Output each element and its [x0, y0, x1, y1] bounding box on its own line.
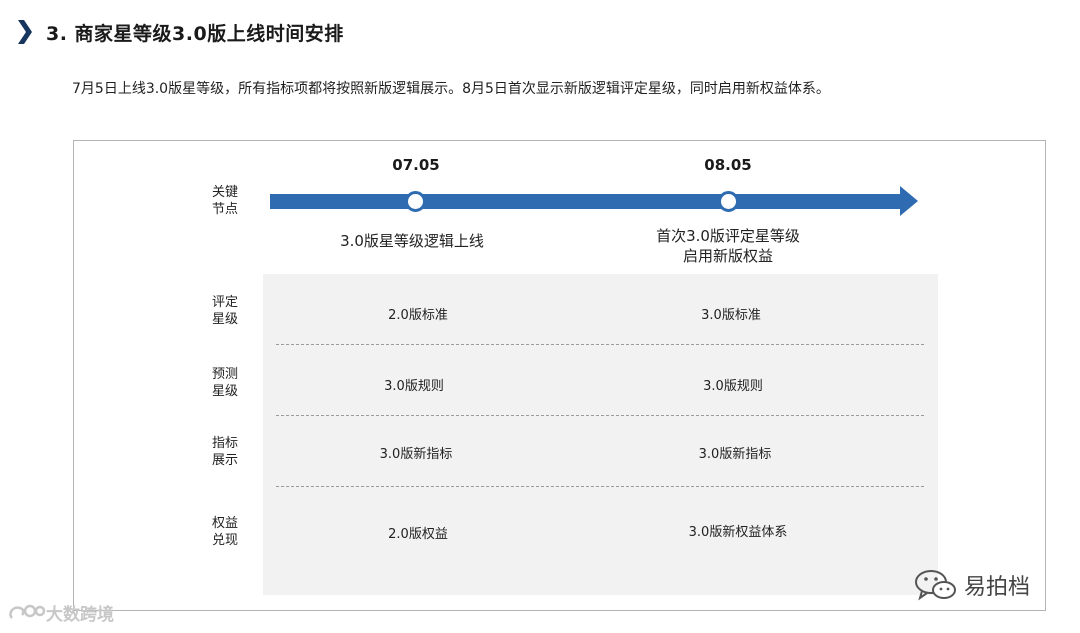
cell-metrics-col2: 3.0版新指标 [698, 447, 772, 462]
wechat-icon [915, 570, 956, 601]
watermark-right-text: 易拍档 [964, 575, 1031, 600]
key-nodes-label-line2: 节点 [211, 202, 238, 217]
watermark-right: 易拍档 [914, 568, 1030, 602]
milestone-caption-1: 3.0版星等级逻辑上线 [340, 231, 484, 251]
chevron-right-icon [18, 20, 32, 44]
key-nodes-label-line1: 关键 [211, 185, 238, 200]
cell-forecast-col2: 3.0版规则 [703, 379, 763, 394]
watermark-left: 大数跨境 [6, 600, 114, 625]
row-label-line1: 权益 [211, 516, 238, 531]
comparison-panel [263, 274, 938, 595]
timeline-arrowhead [900, 186, 918, 216]
row-label-benefits: 权益 兑现 [198, 515, 252, 549]
cell-forecast-col1: 3.0版规则 [384, 379, 444, 394]
row-divider [276, 344, 924, 345]
row-label-line1: 预测 [211, 367, 238, 382]
row-label-rating: 评定 星级 [198, 294, 252, 328]
milestone-caption-2: 首次3.0版评定星等级 启用新版权益 [656, 226, 800, 266]
row-label-line1: 指标 [211, 436, 238, 451]
milestone-caption-2-line2: 启用新版权益 [682, 247, 774, 265]
row-label-line1: 评定 [211, 295, 238, 310]
row-label-forecast: 预测 星级 [198, 366, 252, 400]
milestone-date-2: 08.05 [704, 156, 752, 174]
cell-benefits-col2: 3.0版新权益体系 [688, 525, 788, 540]
intro-text: 7月5日上线3.0版星等级，所有指标项都将按照新版逻辑展示。8月5日首次显示新版… [72, 81, 830, 97]
row-label-line2: 展示 [211, 453, 238, 468]
row-label-line2: 星级 [211, 312, 238, 327]
row-label-metrics: 指标 展示 [198, 435, 252, 469]
section-header: 3. 商家星等级3.0版上线时间安排 [18, 16, 344, 48]
row-divider [276, 415, 924, 416]
watermark-left-text: 大数跨境 [46, 605, 114, 625]
timeline-bar [270, 194, 903, 209]
milestone-dot-2 [718, 191, 739, 212]
row-label-line2: 星级 [211, 384, 238, 399]
page-title: 3. 商家星等级3.0版上线时间安排 [46, 22, 344, 45]
row-divider [276, 486, 924, 487]
weibo-icon [9, 604, 46, 619]
milestone-dot-1 [405, 191, 426, 212]
key-nodes-label: 关键 节点 [198, 184, 252, 218]
milestone-caption-1-line1: 3.0版星等级逻辑上线 [340, 232, 484, 250]
cell-benefits-col1: 2.0版权益 [388, 527, 448, 542]
cell-rating-col2: 3.0版标准 [701, 308, 761, 323]
milestone-caption-2-line1: 首次3.0版评定星等级 [656, 227, 800, 245]
milestone-date-1: 07.05 [392, 156, 440, 174]
row-label-line2: 兑现 [211, 533, 238, 548]
cell-metrics-col1: 3.0版新指标 [379, 447, 453, 462]
cell-rating-col1: 2.0版标准 [388, 308, 448, 323]
